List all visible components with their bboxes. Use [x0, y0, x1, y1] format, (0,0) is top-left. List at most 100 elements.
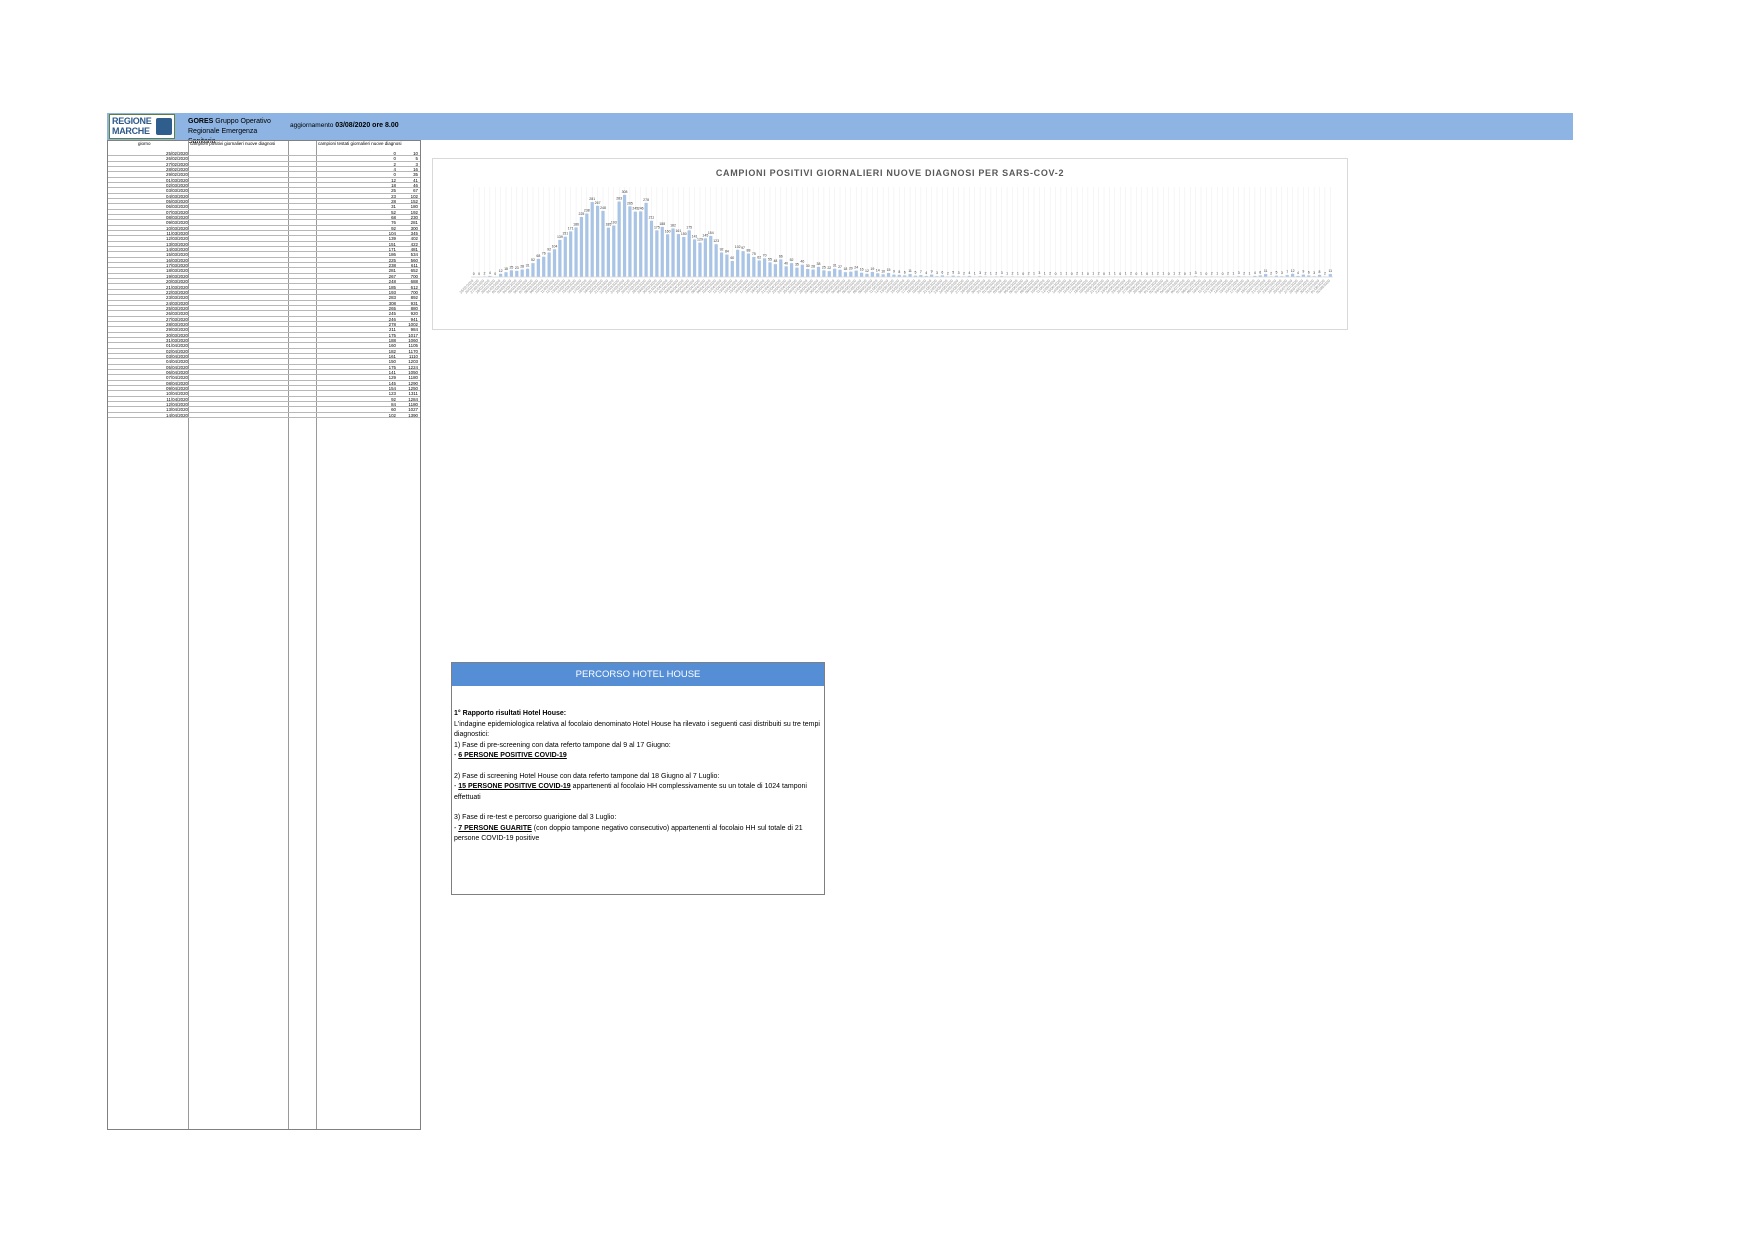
data-label: 19	[870, 267, 874, 271]
data-label: 0	[1146, 272, 1148, 276]
data-label: 8	[1319, 270, 1321, 274]
cell-tested: 688	[410, 279, 418, 285]
data-label: 1	[1044, 272, 1046, 276]
cell-date: 27/02/2020	[166, 161, 188, 167]
cell-date: 25/03/2020	[166, 305, 188, 311]
data-label: 248	[600, 206, 606, 210]
data-label: 2	[1211, 271, 1213, 275]
data-label: 11	[908, 269, 912, 273]
cell-date: 22/03/2020	[166, 289, 188, 295]
phase-1-result: 6 PERSONE POSITIVE COVID-19	[458, 752, 567, 759]
cell-tested: 481	[410, 247, 418, 253]
chart-bar	[822, 270, 826, 277]
data-label: 14	[876, 268, 880, 272]
data-label: 40	[784, 261, 788, 265]
data-label: 12	[865, 269, 869, 273]
data-label: 267	[595, 201, 601, 205]
cell-tested: 611	[411, 263, 418, 269]
data-label: 60	[730, 256, 734, 260]
data-label: 4	[925, 271, 927, 275]
cell-tested: 46	[413, 183, 418, 189]
positive-samples-chart: CAMPIONI POSITIVI GIORNALIERI NUOVE DIAG…	[432, 158, 1348, 330]
table-row: 14/04/2020 102 1390	[108, 413, 420, 418]
data-label: 38	[817, 262, 821, 266]
data-label: 3	[1195, 271, 1197, 275]
cell-tested: 402	[410, 236, 418, 242]
data-label: 4	[1254, 271, 1256, 275]
data-label: 1	[1162, 272, 1164, 276]
cell-tested: 560	[410, 257, 418, 263]
data-label: 211	[649, 216, 655, 220]
data-label: 70	[763, 253, 767, 257]
data-label: 11	[1264, 269, 1268, 273]
cell-tested: 35	[413, 172, 418, 178]
data-label: 0	[1222, 272, 1224, 276]
cell-date: 26/03/2020	[166, 311, 188, 317]
data-label: 11	[1328, 269, 1332, 273]
cell-tested: 1290	[408, 380, 418, 386]
chart-bar	[1301, 274, 1305, 277]
data-label: 66	[779, 254, 783, 258]
data-label: 2	[483, 271, 485, 275]
report-heading: 1° Rapporto risultati Hotel House:	[454, 710, 567, 717]
cell-tested: 1002	[408, 321, 418, 327]
data-label: 4	[968, 271, 970, 275]
cell-tested: 1390	[408, 412, 418, 418]
cell-date: 23/03/2020	[166, 295, 188, 301]
chart-bar	[736, 249, 740, 277]
cell-tested: 931	[410, 300, 418, 306]
phase-1-label: 1) Fase di pre-screening con data refert…	[454, 741, 671, 749]
chart-bar	[789, 263, 794, 277]
data-label: 3	[1313, 271, 1315, 275]
chart-bar	[1290, 273, 1295, 277]
cell-tested: 67	[413, 188, 418, 194]
data-label: 92	[720, 247, 724, 251]
cell-date: 28/02/2020	[166, 167, 188, 173]
data-label: 52	[790, 258, 794, 262]
cell-tested: 41	[413, 177, 418, 183]
data-label: 1	[1017, 272, 1019, 276]
data-label: 246	[638, 206, 644, 210]
data-label: 188	[659, 222, 665, 226]
data-label: 7	[920, 270, 922, 274]
data-label: 1	[1189, 272, 1191, 276]
cell-tested: 1060	[408, 337, 418, 343]
chart-bar	[536, 258, 540, 277]
data-label: 154	[708, 231, 714, 235]
chart-bar	[563, 236, 567, 277]
data-label: 3	[936, 271, 938, 275]
chart-bar	[763, 258, 767, 277]
cell-tested: 652	[410, 268, 418, 274]
data-label: 123	[713, 239, 719, 243]
data-label: 283	[616, 197, 622, 201]
cell-date: 05/03/2020	[166, 199, 188, 205]
chart-bar	[601, 210, 605, 277]
cell-date: 11/04/2020	[166, 396, 188, 402]
chart-bar	[881, 274, 885, 277]
data-label: 12	[499, 269, 503, 273]
chart-bar	[649, 220, 654, 277]
data-label: 3	[1038, 271, 1040, 275]
data-label: 48	[773, 259, 777, 263]
data-label: 24	[854, 266, 858, 270]
data-label: 88	[747, 249, 751, 253]
chart-bar	[687, 230, 691, 277]
data-label: 2	[985, 271, 987, 275]
chart-bar	[660, 226, 664, 277]
cell-tested: 422	[410, 241, 418, 247]
chart-bar	[590, 202, 594, 277]
data-label: 0	[1119, 272, 1121, 276]
cell-tested: 345	[410, 231, 418, 237]
data-label: 0	[1168, 272, 1170, 276]
data-label: 3	[979, 271, 981, 275]
chart-bar	[520, 269, 524, 277]
cell-tested: 10	[413, 151, 418, 156]
data-label: 2	[1178, 271, 1180, 275]
data-label: 2	[1011, 271, 1013, 275]
data-label: 28	[811, 265, 815, 269]
data-label: 1	[1092, 272, 1094, 276]
data-label: 0	[1135, 272, 1137, 276]
phase-3-label: 3) Fase di re-test e percorso guarigione…	[454, 814, 617, 821]
chart-bar	[569, 231, 573, 277]
data-label: 0	[1205, 272, 1207, 276]
